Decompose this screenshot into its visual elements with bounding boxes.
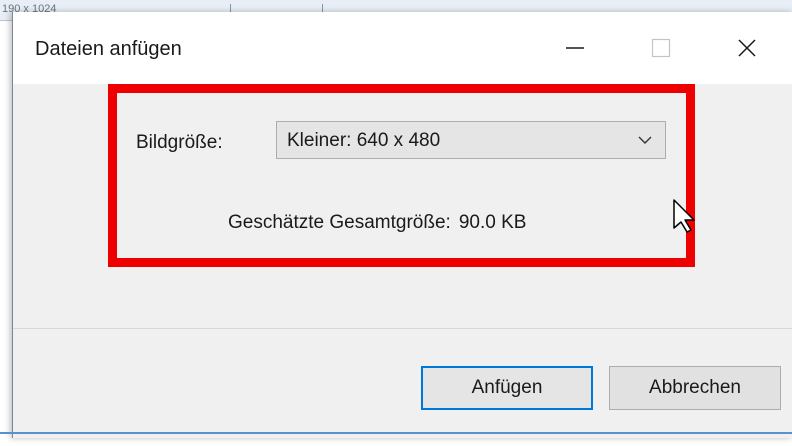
attach-button[interactable]: Anfügen xyxy=(421,366,593,410)
screen: 190 x 1024 Dateien anfügen Bildgröße: Kl… xyxy=(0,0,792,446)
title-bar: Dateien anfügen xyxy=(13,12,792,84)
mouse-cursor-icon xyxy=(673,199,695,233)
cancel-button[interactable]: Abbrechen xyxy=(609,366,781,410)
close-icon xyxy=(738,39,756,57)
maximize-button[interactable] xyxy=(633,26,689,70)
minimize-button[interactable] xyxy=(547,26,603,70)
minimize-icon xyxy=(566,47,584,49)
chevron-down-icon xyxy=(638,136,652,144)
estimated-size-value: 90.0 KB xyxy=(458,212,527,233)
close-button[interactable] xyxy=(719,26,775,70)
image-size-label: Bildgröße: xyxy=(136,132,223,153)
dialog-title: Dateien anfügen xyxy=(35,38,182,60)
maximize-icon xyxy=(651,38,671,58)
bottom-accent-line xyxy=(0,432,792,434)
image-size-selected-value: Kleiner: 640 x 480 xyxy=(287,130,441,151)
image-size-select[interactable]: Kleiner: 640 x 480 xyxy=(276,121,666,159)
estimated-total-size: Geschätzte Gesamtgröße: 90.0 KB xyxy=(228,212,526,234)
estimated-size-label: Geschätzte Gesamtgröße: xyxy=(228,212,451,233)
